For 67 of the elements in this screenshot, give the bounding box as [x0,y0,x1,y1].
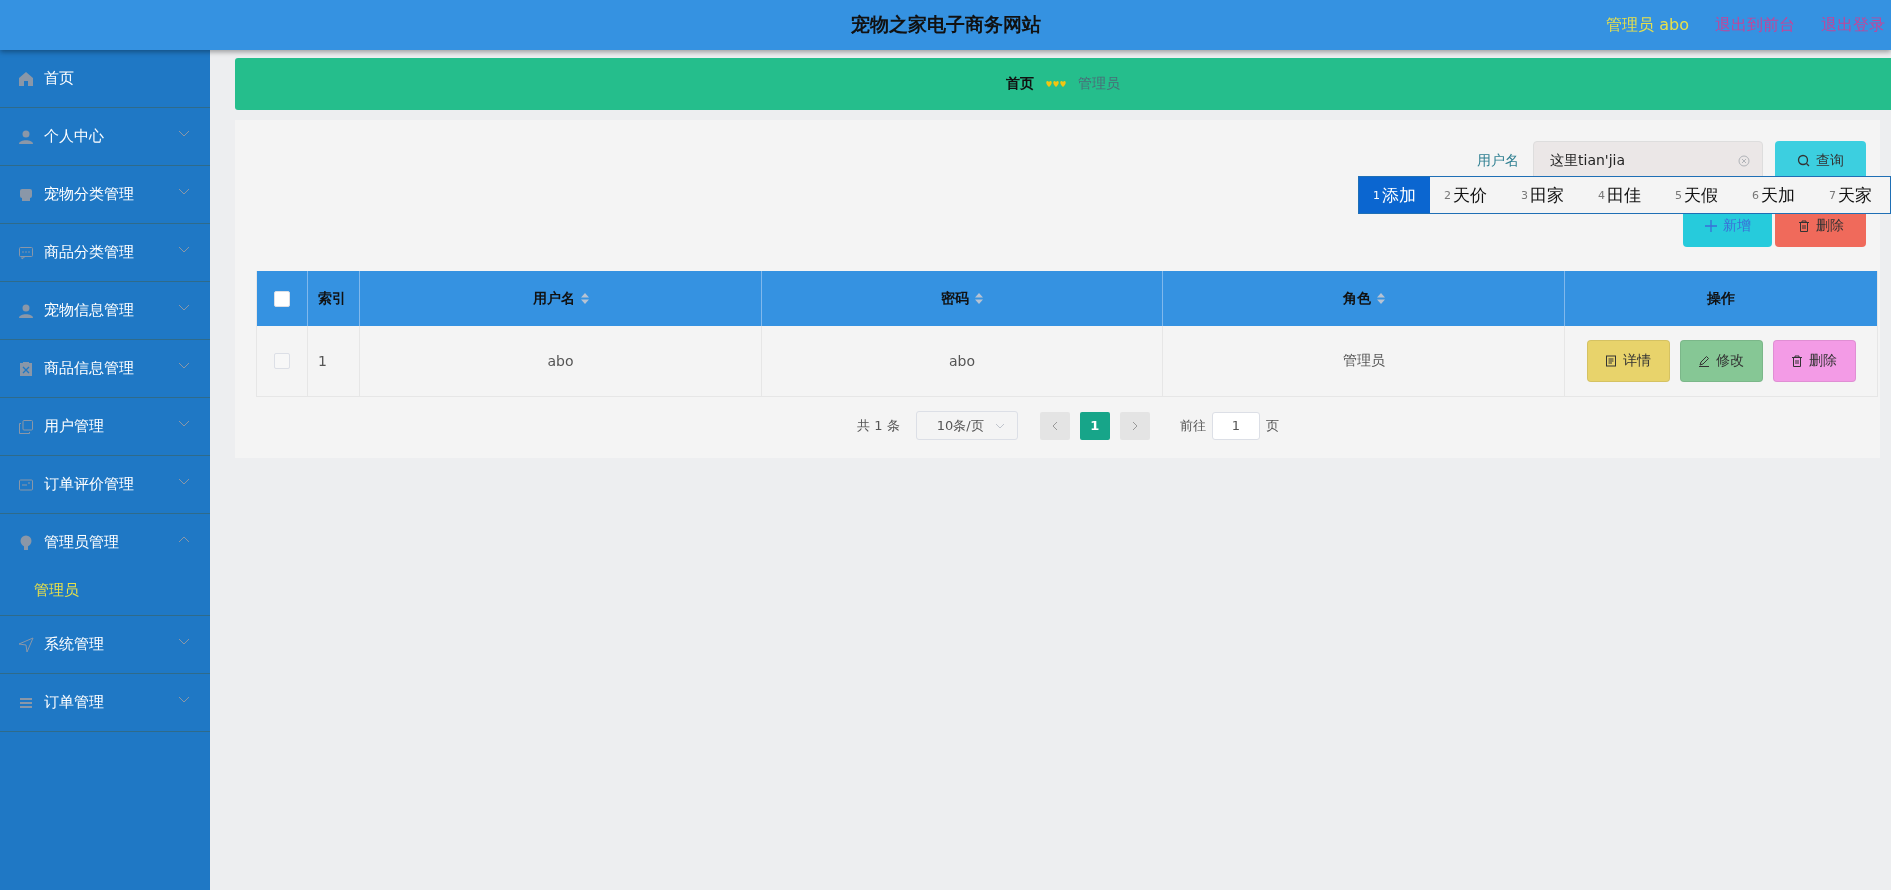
chevron-icon [178,478,190,485]
ime-candidate[interactable]: 3 田家 [1507,177,1584,213]
table-cell: 1 [308,326,360,396]
chevron-icon [178,130,190,137]
select-all-checkbox[interactable] [274,290,290,307]
prev-page-button[interactable] [1039,411,1070,440]
chevron-icon [178,420,190,427]
chevron-icon [178,536,190,543]
edit-button[interactable]: 修改 [1679,340,1763,382]
sidebar-item[interactable]: 宠物信息管理 [0,282,210,339]
sidebar-item[interactable]: 宠物分类管理 [0,166,210,223]
copy-icon [18,418,34,435]
chevron-icon [178,246,190,253]
search-icon [1797,154,1810,167]
chevron-icon [178,362,190,369]
pencil-icon [1698,355,1710,367]
chat-icon [18,244,34,261]
ime-candidate[interactable]: 1 添加 [1359,177,1430,213]
user-name: 管理员 abo [1606,14,1689,36]
clear-icon [1738,154,1750,167]
send-icon [18,636,34,653]
next-page-button[interactable] [1119,411,1150,440]
site-title: 宠物之家电子商务网站 [850,12,1041,37]
shop-icon [18,186,34,203]
table-cell: 管理员 [1163,326,1565,396]
chevron-icon [178,188,190,195]
hearts-icon [1044,80,1068,88]
trash-icon [1797,220,1810,232]
person-icon [18,128,34,145]
sidebar-item[interactable]: 商品信息管理 [0,340,210,397]
chevron-icon [178,696,190,703]
goto-label: 前往 [1179,416,1206,435]
sidebar-item[interactable]: 个人中心 [0,108,210,165]
header-cell[interactable]: 操作 [1565,271,1877,326]
page-button[interactable]: 1 [1079,411,1110,440]
table-cell: abo [762,326,1163,396]
chevron-icon [178,638,190,645]
sidebar-item[interactable]: 订单管理 [0,674,210,731]
breadcrumb-item[interactable]: 首页 [1006,75,1034,93]
total-count: 共 1 条 [857,416,900,435]
bulb-icon [18,534,34,551]
chevron-left-icon [1051,420,1058,431]
sidebar-item[interactable]: 用户管理 [0,398,210,455]
sidebar-item[interactable]: 首页 [0,50,210,107]
ime-candidate[interactable]: 4 田佳 [1584,177,1661,213]
sidebar-item[interactable]: 商品分类管理 [0,224,210,281]
clipboard-icon [18,360,34,377]
detail-button[interactable]: 详情 [1586,340,1670,382]
person-icon [18,302,34,319]
sidebar-item[interactable]: 系统管理 [0,616,210,673]
page-size-select[interactable]: 10条/页 [915,411,1018,440]
ime-candidate[interactable]: 2 天价 [1430,177,1507,213]
table-cell: abo [360,326,762,396]
card-icon [18,476,34,493]
row-checkbox[interactable] [274,353,290,369]
home-icon [18,70,34,87]
field-label: 用户名 [1477,151,1519,170]
document-icon [1605,355,1617,367]
trash-icon [1791,355,1803,367]
page-input[interactable]: 1 [1211,411,1260,440]
plus-icon [1704,220,1717,232]
page-suffix: 页 [1265,416,1279,435]
chevron-icon [178,304,190,311]
chevron-right-icon [1131,420,1138,431]
chevron-icon [994,422,1005,429]
delete-button[interactable]: 删除 [1772,340,1856,382]
sidebar-item[interactable]: 订单评价管理 [0,456,210,513]
